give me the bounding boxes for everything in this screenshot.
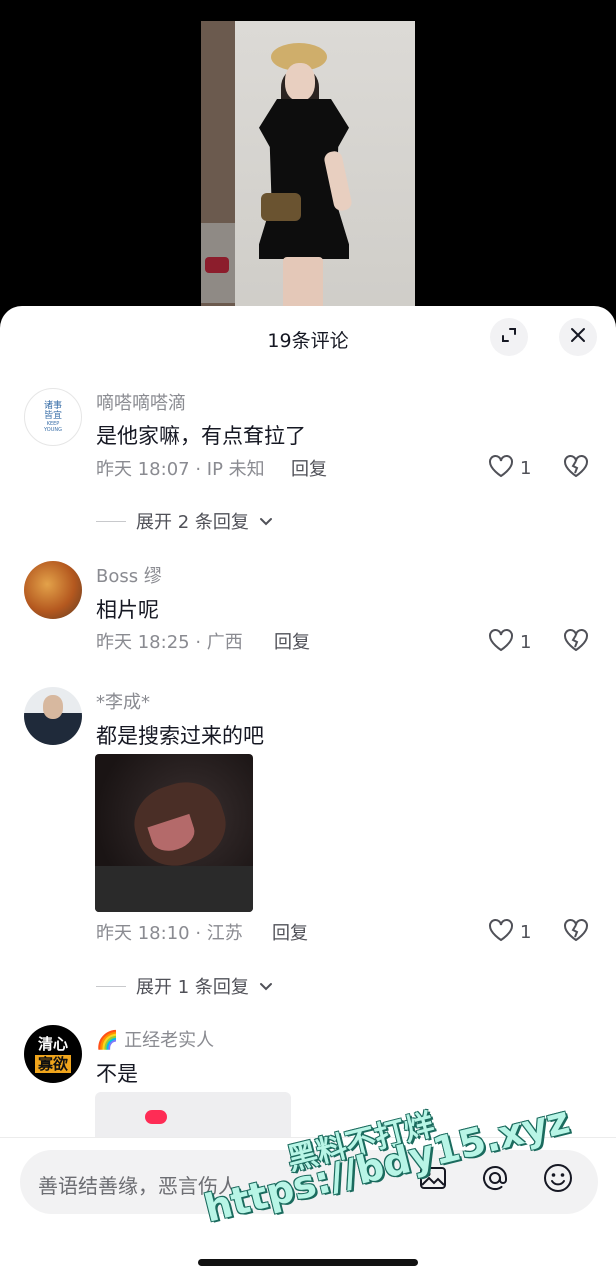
expand-replies[interactable]: 展开 1 条回复 [96,973,273,999]
collapse-icon [500,326,518,348]
mention-button[interactable] [478,1163,512,1197]
chevron-down-icon [259,976,273,997]
like-count: 1 [520,632,532,653]
close-icon [569,326,587,348]
reply-button[interactable]: 回复 [272,919,308,945]
like-button[interactable]: 1 [488,628,531,657]
comment-text: 都是搜索过来的吧 [96,724,264,748]
video-inset [201,223,235,303]
figure-head [285,63,315,101]
expand-label: 展开 1 条回复 [136,977,249,998]
avatar[interactable]: 诸事 皆宜 KEEP YOUNG [24,388,82,446]
comment-username[interactable]: Boss 缪 [96,562,162,588]
comment-meta: 昨天 18:10 · 江苏 [96,923,243,944]
expand-label: 展开 2 条回复 [136,512,249,533]
dislike-button[interactable] [563,918,589,946]
avatar[interactable]: 清心 寡欲 [24,1025,82,1083]
comment-meta: 昨天 18:07 · IP 未知 [96,459,265,480]
avatar[interactable] [24,687,82,745]
divider [96,520,126,522]
divider [96,985,126,987]
avatar[interactable] [24,561,82,619]
comment-username[interactable]: *李成* [96,688,150,714]
comment-meta: 昨天 18:25 · 广西 [96,632,243,653]
reply-button[interactable]: 回复 [274,628,310,654]
comment-username[interactable]: 嘀嗒嘀嗒滴 [96,389,186,415]
like-button[interactable]: 1 [488,918,531,947]
dislike-button[interactable] [563,628,589,656]
expand-replies[interactable]: 展开 2 条回复 [96,508,273,534]
comment-text: 是他家嘛，有点耷拉了 [96,424,306,448]
dislike-button[interactable] [563,454,589,482]
comment-username[interactable]: 🌈 正经老实人 [96,1026,214,1052]
video-preview[interactable] [0,0,616,321]
chevron-down-icon [259,511,273,532]
emoji-button[interactable] [541,1163,575,1197]
collapse-button[interactable] [490,318,528,356]
heart-icon [488,918,514,947]
comment-text: 相片呢 [96,598,159,622]
comment-image[interactable] [95,754,253,912]
heart-icon [488,454,514,483]
reply-button[interactable]: 回复 [291,455,327,481]
heart-icon [488,628,514,657]
broken-heart-icon [563,629,589,656]
avatar-text-top: 清心 [37,1035,68,1053]
home-indicator[interactable] [198,1259,418,1266]
broken-heart-icon [563,919,589,946]
comment-text: 不是 [96,1062,138,1086]
like-button[interactable]: 1 [488,454,531,483]
close-button[interactable] [559,318,597,356]
video-frame [201,21,415,321]
like-count: 1 [520,922,532,943]
avatar-text: 诸事 [43,401,62,411]
avatar-text-bottom: 寡欲 [34,1055,71,1073]
emoji-icon [542,1162,574,1198]
like-count: 1 [520,458,532,479]
broken-heart-icon [563,455,589,482]
figure-bag [261,193,301,221]
at-icon [480,1163,510,1197]
